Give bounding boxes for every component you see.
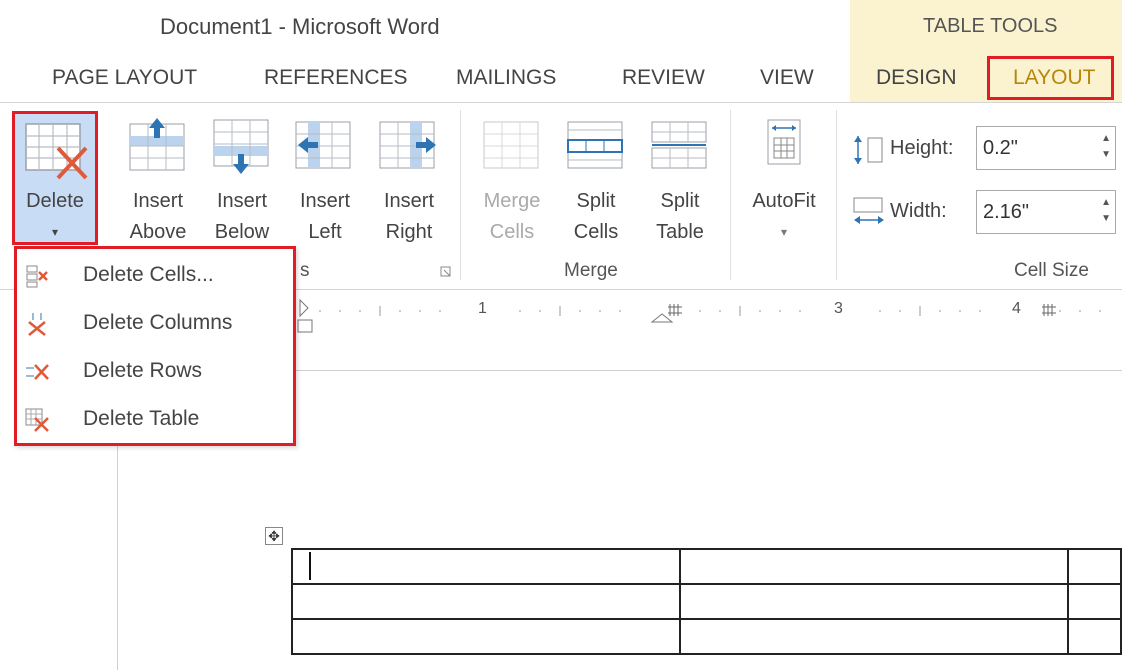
merge-cells-icon: [483, 121, 539, 169]
height-label: Height:: [890, 137, 954, 159]
table-row-height-icon: [854, 136, 883, 164]
document-table[interactable]: [291, 548, 1122, 655]
dialog-launcher-icon[interactable]: [440, 266, 452, 278]
split-cells-icon: [567, 121, 623, 169]
table-move-handle[interactable]: ✥: [265, 527, 283, 545]
menu-item-label: Delete Table: [83, 407, 200, 430]
tab-mailings[interactable]: MAILINGS: [456, 66, 556, 90]
insert-above-button[interactable]: Insert Above: [118, 186, 198, 248]
split-table-button[interactable]: Split Table: [640, 186, 720, 248]
table-cell[interactable]: [291, 583, 681, 620]
tab-layout[interactable]: LAYOUT: [1013, 66, 1095, 90]
table-cell[interactable]: [1067, 548, 1122, 585]
group-separator: [836, 110, 837, 280]
table-cell[interactable]: [1067, 618, 1122, 655]
table-cell[interactable]: [679, 583, 1069, 620]
group-separator: [730, 110, 731, 280]
table-tools-label: TABLE TOOLS: [923, 15, 1058, 37]
rows-columns-group-label: s: [300, 260, 310, 281]
insert-right-icon: [379, 121, 436, 169]
width-value[interactable]: 2.16": [983, 201, 1029, 224]
delete-cells-icon: [26, 265, 48, 288]
delete-table-large-icon: [25, 123, 88, 180]
delete-columns-icon: [28, 313, 46, 336]
tab-view[interactable]: VIEW: [760, 66, 814, 90]
width-label: Width:: [890, 200, 947, 222]
table-cell[interactable]: [679, 548, 1069, 585]
menu-item-label: Delete Rows: [83, 359, 203, 382]
ruler-ticks: [297, 298, 1101, 333]
split-table-icon: [651, 121, 707, 169]
menu-item-delete-rows[interactable]: Delete Rows: [17, 349, 293, 395]
delete-table-icon: [25, 408, 49, 432]
width-spinner[interactable]: 2.16" ▲ ▼: [976, 190, 1116, 234]
group-separator: [460, 110, 461, 280]
merge-group-label: Merge: [564, 260, 618, 281]
insert-right-button[interactable]: Insert Right: [370, 186, 448, 248]
menu-item-delete-columns[interactable]: Delete Columns: [17, 301, 293, 347]
tab-references[interactable]: REFERENCES: [264, 66, 408, 90]
delete-button-label: Delete ▾: [26, 190, 84, 239]
cell-size-group-label: Cell Size: [1014, 260, 1089, 281]
table-column-width-icon: [853, 197, 884, 224]
insert-below-button[interactable]: Insert Below: [202, 186, 282, 248]
insert-left-icon: [295, 121, 351, 169]
split-cells-button[interactable]: Split Cells: [556, 186, 636, 248]
autofit-button[interactable]: AutoFit ▾: [740, 186, 828, 248]
table-row: [291, 583, 1122, 620]
menu-item-label: Delete Columns: [83, 311, 233, 334]
tab-page-layout[interactable]: PAGE LAYOUT: [52, 66, 197, 90]
delete-dropdown-menu: Delete Cells... Delete Columns Delete Ro…: [14, 246, 296, 446]
spinner-arrows-icon[interactable]: ▲ ▼: [1101, 195, 1111, 227]
text-cursor: [309, 552, 311, 580]
tab-design[interactable]: DESIGN: [876, 66, 957, 90]
height-value[interactable]: 0.2": [983, 137, 1018, 160]
merge-cells-button[interactable]: Merge Cells: [472, 186, 552, 248]
delete-rows-icon: [26, 364, 49, 380]
ribbon-tabs: PAGE LAYOUT REFERENCES MAILINGS REVIEW V…: [0, 56, 1122, 102]
ruler-mark: 4: [1012, 300, 1021, 317]
ruler-mark: 3: [834, 300, 843, 317]
window-title: Document1 - Microsoft Word: [160, 14, 440, 39]
height-spinner[interactable]: 0.2" ▲ ▼: [976, 126, 1116, 170]
tab-review[interactable]: REVIEW: [622, 66, 705, 90]
table-row: [291, 618, 1122, 655]
table-cell[interactable]: [291, 618, 681, 655]
menu-item-delete-table[interactable]: Delete Table: [17, 397, 293, 443]
ruler-mark: 1: [478, 300, 487, 317]
table-cell[interactable]: [291, 548, 681, 585]
menu-item-label: Delete Cells...: [83, 263, 214, 286]
table-row: [291, 548, 1122, 585]
insert-above-icon: [129, 118, 185, 171]
spinner-arrows-icon[interactable]: ▲ ▼: [1101, 131, 1111, 163]
autofit-icon: [767, 119, 801, 165]
menu-item-delete-cells[interactable]: Delete Cells...: [17, 253, 293, 299]
insert-left-button[interactable]: Insert Left: [286, 186, 364, 248]
table-cell[interactable]: [1067, 583, 1122, 620]
table-cell[interactable]: [679, 618, 1069, 655]
insert-below-icon: [213, 119, 269, 174]
